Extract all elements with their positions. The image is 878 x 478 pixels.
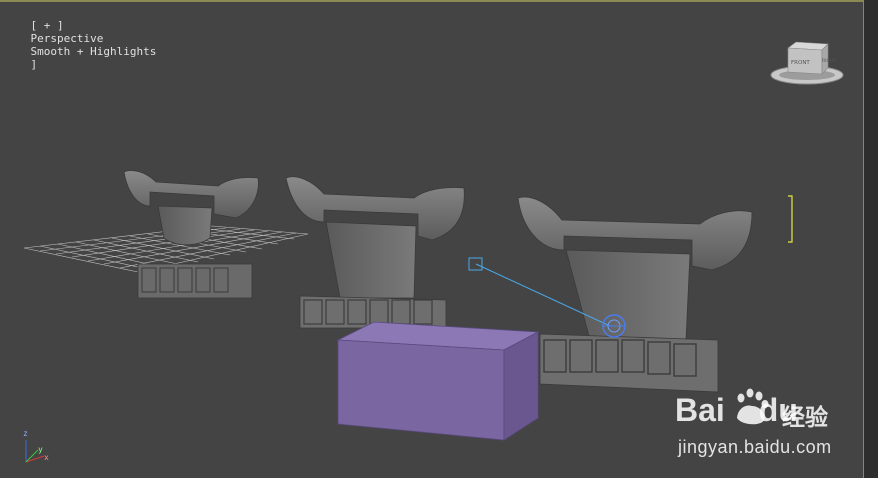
axis-z-label: z <box>23 429 28 438</box>
perspective-viewport[interactable]: FRONT RIGHT z x y [ + ] Perspective Smoo… <box>0 0 878 478</box>
watermark-url: jingyan.baidu.com <box>678 437 832 457</box>
viewport-shading-menu[interactable]: Smooth + Highlights <box>31 45 157 58</box>
axis-y-label: y <box>38 445 43 454</box>
archway-model-right[interactable] <box>517 196 753 393</box>
archway-model-center[interactable] <box>285 176 465 329</box>
viewport-label-close: ] <box>30 58 38 71</box>
viewport-view-menu[interactable]: Perspective <box>31 32 104 45</box>
viewcube-front-label: FRONT <box>791 60 810 66</box>
selection-bracket <box>788 195 793 243</box>
viewport-menu-bracket[interactable]: [ + ] <box>31 19 64 32</box>
watermark-brand: Bai du <box>675 392 798 429</box>
viewport-active-border-top <box>0 0 864 2</box>
viewport-right-edge <box>863 0 878 478</box>
purple-box[interactable] <box>336 321 540 441</box>
watermark-chinese: 经验 <box>782 405 828 431</box>
watermark-brand-bai: Bai <box>675 392 725 428</box>
axis-x-label: x <box>44 453 49 462</box>
light-target-box[interactable] <box>468 257 483 271</box>
viewcube[interactable]: FRONT RIGHT <box>770 41 844 85</box>
viewport-label[interactable]: [ + ] Perspective Smooth + Highlights ] <box>4 6 157 84</box>
viewcube-right-label: RIGHT <box>822 58 836 64</box>
axis-tripod: z x y <box>23 429 49 463</box>
